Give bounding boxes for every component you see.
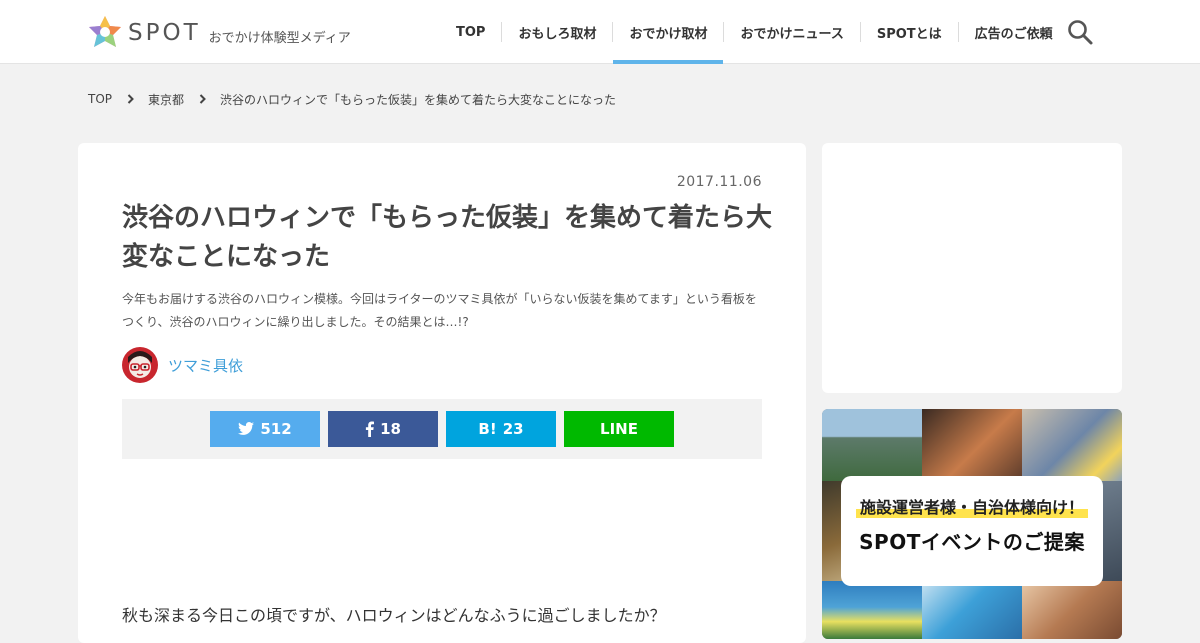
breadcrumb-top[interactable]: TOP	[88, 92, 112, 106]
banner-photo	[822, 409, 922, 481]
breadcrumb-current: 渋谷のハロウィンで「もらった仮装」を集めて着たら大変なことになった	[220, 92, 617, 107]
author-avatar	[122, 347, 158, 383]
twitter-share-button[interactable]: 512	[210, 411, 320, 447]
nav-item-about[interactable]: SPOTとは	[861, 0, 958, 64]
chevron-right-icon	[112, 90, 148, 108]
twitter-share-count: 512	[260, 420, 292, 438]
spot-event-banner[interactable]: 施設運営者様・自治体様向け！ SPOTイベントのご提案	[822, 409, 1122, 639]
banner-text-card: 施設運営者様・自治体様向け！ SPOTイベントのご提案	[841, 476, 1103, 586]
banner-heading: SPOTイベントのご提案	[859, 530, 1085, 554]
nav-item-top[interactable]: TOP	[440, 0, 501, 64]
search-icon[interactable]	[1066, 18, 1094, 46]
logo-tagline: おでかけ体験型メディア	[208, 31, 351, 46]
article-title: 渋谷のハロウィンで「もらった仮装」を集めて着たら大変なことになった	[122, 203, 773, 272]
nav-item-advertise[interactable]: 広告のご依頼	[959, 0, 1069, 64]
sidebar-ad-slot	[822, 143, 1122, 393]
article-body-first-line: 秋も深まる今日この頃ですが、ハロウィンはどんなふうに過ごしましたか？	[122, 606, 666, 625]
nav-item-odekake[interactable]: おでかけ取材	[613, 0, 724, 64]
logo-wordmark: SPOT	[128, 20, 201, 46]
facebook-share-count: 18	[380, 420, 401, 438]
banner-photo	[922, 581, 1022, 639]
facebook-share-button[interactable]: 18	[328, 411, 438, 447]
facebook-icon	[365, 421, 375, 437]
hatena-bookmark-icon: B!	[478, 420, 497, 438]
site-header: SPOT おでかけ体験型メディア TOP おもしろ取材 おでかけ取材 おでかけニ…	[0, 0, 1200, 64]
hatena-bookmark-button[interactable]: B! 23	[446, 411, 556, 447]
line-share-label: LINE	[600, 420, 638, 438]
chevron-right-icon	[184, 90, 220, 108]
article-date: 2017.11.06	[676, 174, 762, 190]
breadcrumb-tokyo[interactable]: 東京都	[148, 91, 184, 108]
hatena-bookmark-count: 23	[502, 420, 524, 438]
nav-item-news[interactable]: おでかけニュース	[724, 0, 859, 64]
article-lead: 今年もお届けする渋谷のハロウィン模様。今回はライターのツマミ具依が「いらない仮装…	[122, 292, 757, 329]
site-logo[interactable]: SPOT おでかけ体験型メディア	[88, 15, 351, 49]
global-nav: TOP おもしろ取材 おでかけ取材 おでかけニュース SPOTとは 広告のご依頼	[440, 0, 1069, 64]
author-name: ツマミ具依	[168, 356, 244, 375]
spot-logo-icon	[89, 16, 121, 47]
line-share-button[interactable]: LINE	[564, 411, 674, 447]
twitter-icon	[238, 422, 255, 435]
breadcrumb: TOP 東京都 渋谷のハロウィンで「もらった仮装」を集めて着たら大変なことになっ…	[88, 90, 616, 108]
banner-photo	[922, 409, 1022, 481]
article-card: 2017.11.06 渋谷のハロウィンで「もらった仮装」を集めて着たら大変なこと…	[78, 143, 806, 643]
author-link[interactable]: ツマミ具依	[122, 347, 243, 383]
share-bar: 512 18 B! 23 LINE	[122, 399, 762, 459]
banner-photo	[1022, 581, 1122, 639]
banner-photo	[1022, 409, 1122, 481]
banner-photo	[822, 581, 922, 639]
banner-subheading: 施設運営者様・自治体様向け！	[855, 494, 1088, 518]
nav-item-omoshiro[interactable]: おもしろ取材	[502, 0, 612, 64]
